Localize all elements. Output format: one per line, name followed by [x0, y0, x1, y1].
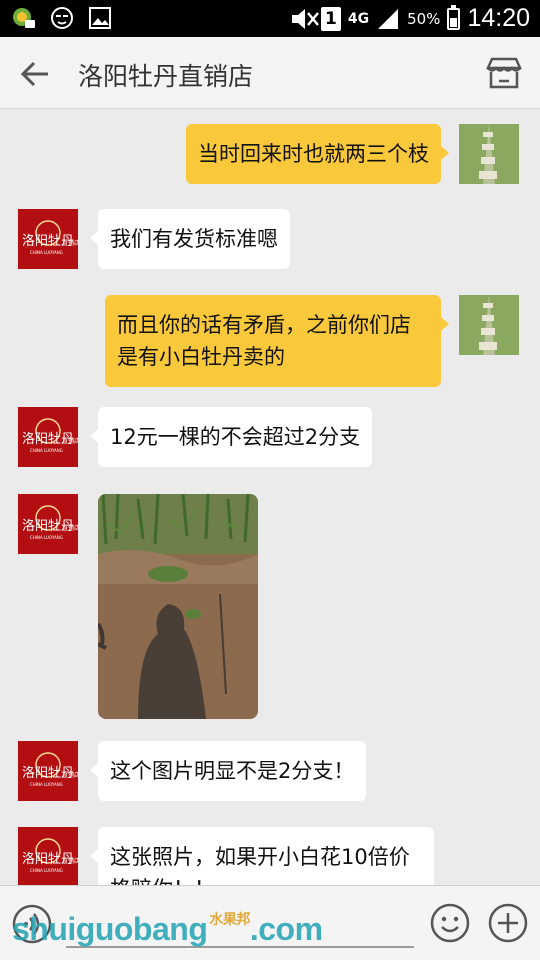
page-title: 洛阳牡丹直销店 [78, 62, 254, 91]
my-avatar[interactable] [459, 295, 519, 355]
logo-english-text: CHINA LUOYANG [30, 782, 63, 787]
photo-peony-seedlings[interactable] [98, 494, 258, 719]
seller-avatar[interactable]: 洛阳牡丹 直销店 CHINA LUOYANG [18, 209, 78, 269]
plus-icon[interactable] [488, 903, 528, 943]
network-type: 4G [347, 10, 370, 27]
logo-suffix-text: 直销店 [62, 239, 78, 247]
chat-bubble-in[interactable]: 12元一棵的不会超过2分支 [89, 407, 373, 467]
chat-bubble-in[interactable]: 这个图片明显不是2分支！ [89, 741, 367, 801]
seller-avatar[interactable]: 洛阳牡丹 直销店 CHINA LUOYANG [18, 494, 78, 554]
clock: 14:20 [467, 4, 530, 32]
notification-app-icon [12, 6, 36, 30]
seller-avatar[interactable]: 洛阳牡丹 直销店 CHINA LUOYANG [18, 827, 78, 885]
chat-area: 当时回来时也就两三个枝 洛阳牡丹 直销店 CHINA LUOYANG 我们有发货标准… [0, 109, 540, 885]
logo-english-text: CHINA LUOYANG [30, 868, 63, 873]
mute-icon [290, 7, 319, 31]
logo-suffix-text: 直销店 [62, 437, 78, 445]
watermark-text: shuiguobang [12, 911, 208, 947]
seller-avatar[interactable]: 洛阳牡丹 直销店 CHINA LUOYANG [18, 741, 78, 801]
logo-english-text: CHINA LUOYANG [30, 535, 63, 540]
title-bar: 洛阳牡丹直销店 [0, 37, 540, 109]
logo-suffix-text: 直销店 [62, 524, 78, 532]
my-avatar[interactable] [459, 124, 519, 184]
chat-bubble-out[interactable]: 当时回来时也就两三个枝 [186, 124, 449, 184]
watermark: shuiguobang 水果邦.com [12, 911, 323, 948]
signal-icon [376, 7, 400, 31]
logo-suffix-text: 直销店 [62, 857, 78, 865]
seller-avatar[interactable]: 洛阳牡丹 直销店 CHINA LUOYANG [18, 407, 78, 467]
status-bar: 1 4G 50% 14:20 [0, 0, 540, 37]
logo-english-text: CHINA LUOYANG [30, 448, 63, 453]
image-icon [88, 6, 112, 30]
watermark-suffix: .com [249, 911, 323, 947]
chat-bubble-out[interactable]: 而且你的话有矛盾，之前你们店是有小白牡丹卖的 [105, 295, 449, 387]
battery-icon [447, 4, 461, 30]
chat-bubble-in[interactable]: 我们有发货标准嗯 [90, 209, 290, 269]
logo-english-text: CHINA LUOYANG [30, 250, 63, 255]
chat-bubble-in[interactable]: 这张照片，如果开小白花10倍价格赔你！！ [90, 827, 434, 885]
logo-suffix-text: 直销店 [62, 771, 78, 779]
watermark-cn: 水果邦 [209, 911, 250, 927]
battery-percent: 50% [407, 9, 441, 28]
arrow-left-icon[interactable] [18, 57, 52, 91]
face-icon [50, 6, 74, 30]
store-icon[interactable] [486, 55, 522, 91]
sim-badge: 1 [320, 6, 341, 31]
emoji-icon[interactable] [430, 903, 470, 943]
